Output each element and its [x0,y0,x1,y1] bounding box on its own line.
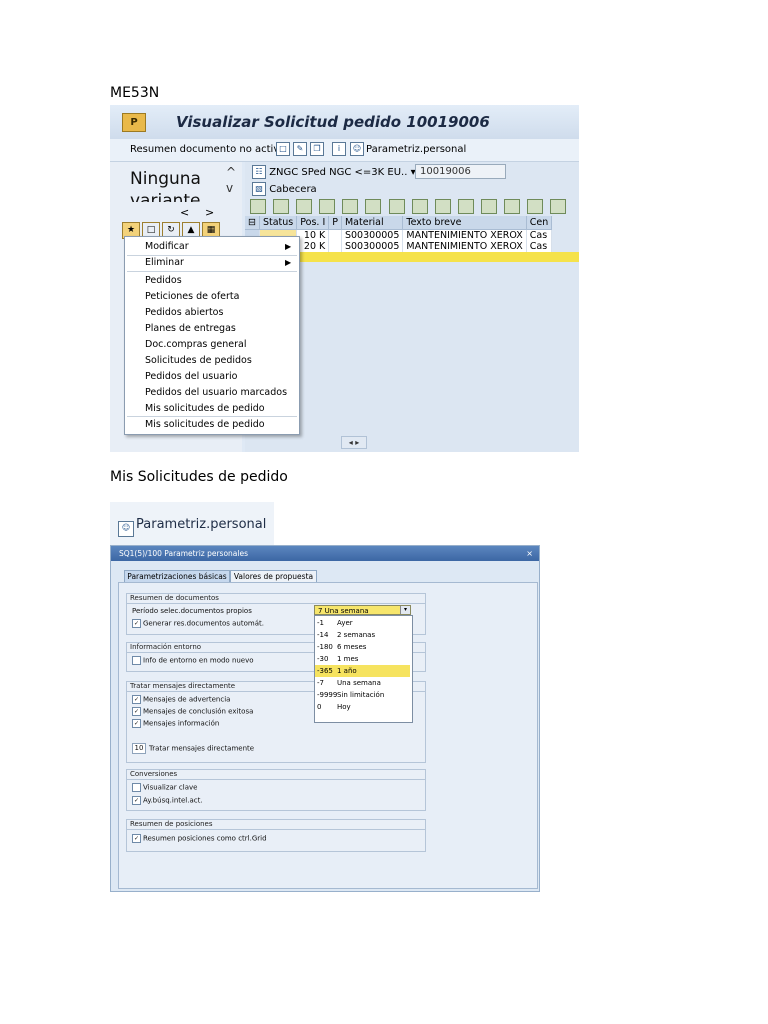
detail-icon[interactable] [273,199,290,214]
period-dropdown-list: -1 Ayer -14 2 semanas -180 6 meses -30 1 mes… [314,615,413,723]
menu-item[interactable]: Peticiones de oferta [145,291,239,302]
smart-search-checkbox[interactable]: ✓ Ay.búsq.intel.act. [132,796,203,805]
group-conversions: Conversiones Visualizar clave ✓ Ay.búsq.i… [126,769,426,811]
caption-mis-solicitudes: Mis Solicitudes de pedido [110,469,288,485]
success-messages-checkbox[interactable]: ✓ Mensajes de conclusión exitosa [132,707,253,716]
other-document-icon[interactable]: ✎ [293,142,307,156]
menu-item-modificar[interactable]: Modificar [145,241,189,252]
export-icon[interactable] [434,199,451,214]
submenu-arrow-icon: ▶ [285,258,292,267]
summary-inactive-label: Resumen documento no activo [130,144,286,155]
user-settings-icon[interactable]: ☺ [350,142,364,156]
chevron-down-icon[interactable]: ▾ [400,606,410,614]
menu-item[interactable]: Pedidos del usuario [145,371,237,382]
environment-info-checkbox[interactable]: Info de entorno en modo nuevo [132,656,254,665]
app-icon: P [122,113,146,132]
menu-item[interactable]: Doc.compras general [145,339,247,350]
personal-settings-button[interactable]: Parametriz.personal [366,144,466,155]
period-dropdown[interactable]: 7 Una semana ▾ [314,605,411,615]
print-icon[interactable] [457,199,474,214]
variant-label: Ninguna variante [130,169,201,202]
filter-icon[interactable] [365,199,382,214]
window-title: Visualizar Solicitud pedido 10019006 [176,113,490,131]
document-type-selector[interactable]: ☷ ZNGC SPed NGC <=3K EU.. ▾ [252,165,416,179]
info-messages-checkbox[interactable]: ✓ Mensajes información [132,719,219,728]
menu-item[interactable]: Mis solicitudes de pedido [145,403,265,414]
grid-icon[interactable] [550,199,567,214]
personal-settings-header-crop: ☺ Parametriz.personal [110,502,274,545]
list-item[interactable]: -14 2 semanas [315,629,410,641]
copy-icon[interactable] [527,199,544,214]
sort-desc-icon[interactable] [319,199,336,214]
column-header[interactable]: Material [341,216,404,230]
grid-control-checkbox[interactable]: ✓ Resumen posiciones como ctrl.Grid [132,834,267,843]
window-title-bar: P Visualizar Solicitud pedido 10019006 [110,105,579,140]
column-header[interactable]: Cen [526,216,553,230]
column-header[interactable]: Texto breve [402,216,527,230]
application-toolbar: Resumen documento no activo □ ✎ ❐ i ☺ Pa… [110,139,579,162]
cart-icon: ☷ [252,165,266,179]
list-item[interactable]: 0 Hoy [315,701,410,713]
find-icon[interactable] [342,199,359,214]
expand-icon[interactable] [250,199,266,214]
folder-icon: ▧ [252,182,266,196]
personal-settings-label[interactable]: Parametriz.personal [136,517,266,532]
list-item[interactable]: -180 6 meses [315,641,410,653]
dialog-body: Resumen de documentos Período selec.docu… [118,582,538,889]
menu-item[interactable]: Planes de entregas [145,323,236,334]
column-header[interactable]: Status [259,216,298,230]
selection-variant-menu: Modificar ▶ Eliminar ▶ Pedidos Peticione… [124,236,300,435]
period-label: Período selec.documentos propios [132,607,252,615]
list-item[interactable]: -1 Ayer [315,617,410,629]
subtotal-icon[interactable] [411,199,428,214]
close-icon[interactable]: × [526,546,533,561]
user-settings-icon: ☺ [118,518,134,537]
variant-arrows: ^ v [226,164,236,196]
horizontal-scroll[interactable]: ◂ ▸ [341,436,367,449]
header-section[interactable]: ▧ Cabecera [252,182,317,196]
copy-icon[interactable]: ❐ [310,142,324,156]
menu-item-eliminar[interactable]: Eliminar [145,257,184,268]
personal-settings-dialog: SQ1(5)/100 Parametriz personales × Param… [110,545,540,892]
new-document-icon[interactable]: □ [276,142,290,156]
list-item[interactable]: -7 Una semana [315,677,410,689]
settings-icon[interactable] [504,199,521,214]
sort-asc-icon[interactable] [296,199,313,214]
me53n-screenshot: P Visualizar Solicitud pedido 10019006 R… [110,105,579,452]
message-count-field[interactable]: 10 Tratar mensajes directamente [132,743,254,754]
arrow-down-icon[interactable]: v [226,180,236,196]
menu-item[interactable]: Pedidos del usuario marcados [145,387,287,398]
list-item[interactable]: -9999 Sin limitación [315,689,410,701]
list-item-highlighted[interactable]: -365 1 año [315,665,410,677]
nav-next-icon[interactable]: > [205,206,214,219]
caption-me53n: ME53N [110,85,160,101]
warning-messages-checkbox[interactable]: ✓ Mensajes de advertencia [132,695,230,704]
menu-item[interactable]: Pedidos [145,275,182,286]
list-item[interactable]: -30 1 mes [315,653,410,665]
submenu-arrow-icon: ▶ [285,242,292,251]
select-all-icon[interactable]: ⊟ [245,216,260,230]
arrow-up-icon[interactable]: ^ [226,164,236,180]
column-header[interactable]: P [328,216,342,230]
item-toolbar [250,199,579,215]
generate-summary-checkbox[interactable]: ✓ Generar res.documentos automát. [132,619,264,628]
group-item-summary: Resumen de posiciones ✓ Resumen posicione… [126,819,426,852]
menu-item[interactable]: Pedidos abiertos [145,307,223,318]
info-icon[interactable]: i [332,142,346,156]
dialog-title-bar: SQ1(5)/100 Parametriz personales × [111,546,539,561]
layout-icon[interactable] [480,199,497,214]
document-number-field[interactable]: 10019006 [415,164,506,179]
show-key-checkbox[interactable]: Visualizar clave [132,783,197,792]
column-header[interactable]: Pos. I [296,216,330,230]
menu-item[interactable]: Solicitudes de pedidos [145,355,252,366]
sum-icon[interactable] [388,199,405,214]
menu-item-mis-solicitudes[interactable]: Mis solicitudes de pedido [145,419,265,430]
nav-prev-icon[interactable]: < [180,206,189,219]
